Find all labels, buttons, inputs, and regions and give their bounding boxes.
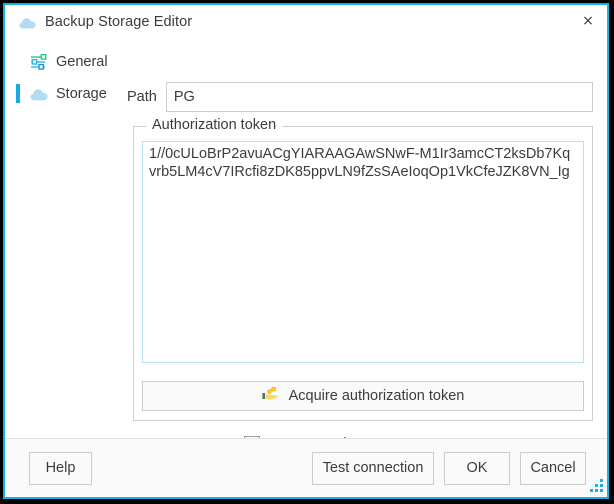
sidebar-item-storage[interactable]: Storage xyxy=(5,78,119,110)
sidebar-item-label: General xyxy=(56,54,108,70)
close-glyph: × xyxy=(582,13,594,29)
acquire-button-label: Acquire authorization token xyxy=(288,388,465,404)
path-label: Path xyxy=(127,89,157,105)
ok-button[interactable]: OK xyxy=(444,451,510,485)
sidebar: General Storage xyxy=(5,38,119,438)
sidebar-item-label: Storage xyxy=(56,86,107,102)
content-panel: Path Authorization token xyxy=(119,38,607,438)
dialog-footer: Help Test connection OK Cancel xyxy=(5,438,607,497)
cloud-icon xyxy=(29,85,48,104)
authorization-token-textarea[interactable] xyxy=(142,141,584,363)
title-bar: Backup Storage Editor × xyxy=(5,5,607,38)
help-button[interactable]: Help xyxy=(29,451,92,485)
group-title: Authorization token xyxy=(146,117,283,133)
hand-coins-icon xyxy=(262,386,280,406)
backup-storage-editor-dialog: Backup Storage Editor × General Storage … xyxy=(3,3,609,499)
close-icon[interactable]: × xyxy=(575,9,601,33)
cloud-icon xyxy=(19,16,36,28)
resize-grip[interactable] xyxy=(589,479,603,493)
cancel-button[interactable]: Cancel xyxy=(520,451,586,485)
authorization-token-group: Authorization token Acquire auth xyxy=(133,117,593,421)
sidebar-item-general[interactable]: General xyxy=(5,46,119,78)
footer-button-group: Test connection OK Cancel xyxy=(312,451,586,485)
dialog-body: General Storage Path Authoriz xyxy=(5,38,607,438)
path-input[interactable] xyxy=(165,82,593,112)
window-title: Backup Storage Editor xyxy=(45,13,193,30)
test-connection-button[interactable]: Test connection xyxy=(312,451,434,485)
sliders-icon xyxy=(29,53,48,72)
path-row: Path xyxy=(127,82,593,112)
selection-indicator xyxy=(16,84,20,103)
acquire-authorization-token-button[interactable]: Acquire authorization token xyxy=(142,381,584,411)
